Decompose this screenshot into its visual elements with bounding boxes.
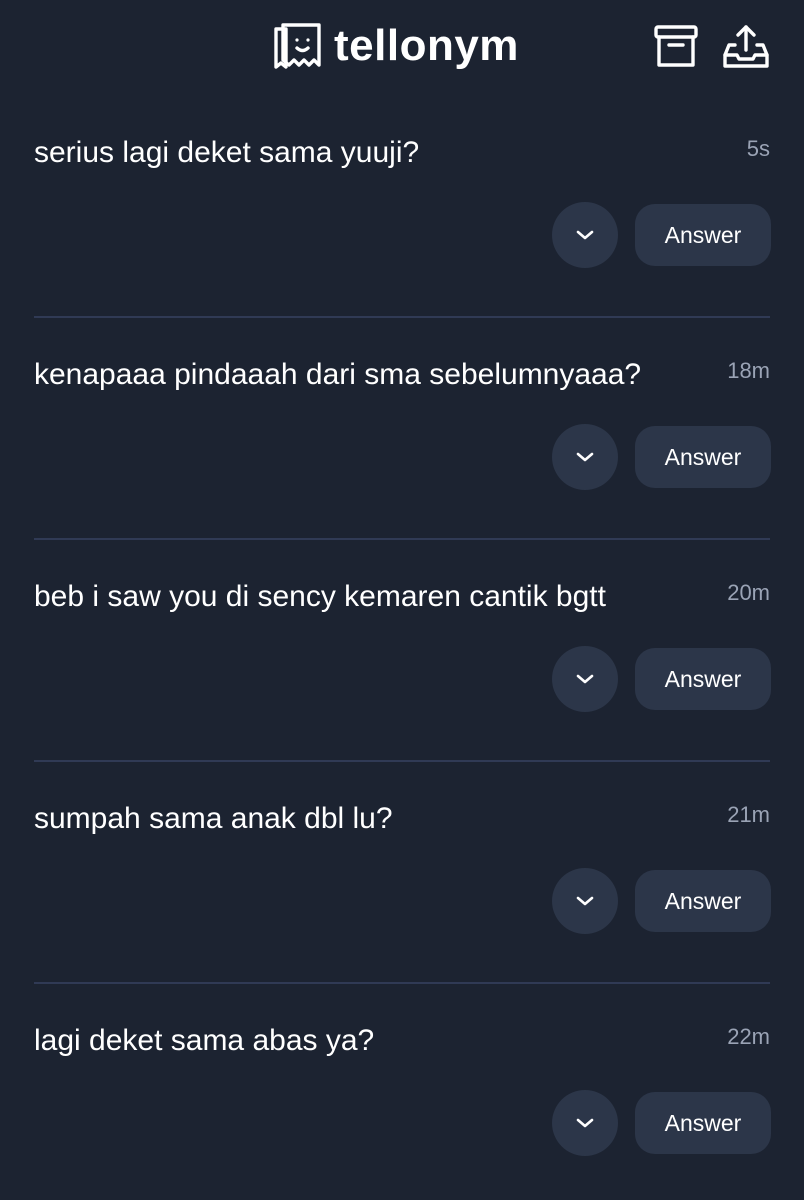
app-screen: tellonym serius lagi deket sama yuuji? 5… (0, 0, 804, 1200)
question-time: 18m (727, 358, 770, 383)
archive-button[interactable] (652, 20, 700, 72)
question-item: beb i saw you di sency kemaren cantik bg… (0, 540, 804, 762)
answer-button[interactable]: Answer (635, 204, 771, 266)
question-text: sumpah sama anak dbl lu? (34, 802, 393, 835)
question-item: kenapaaa pindaaah dari sma sebelumnyaaa?… (0, 318, 804, 540)
chevron-down-icon (576, 896, 594, 906)
top-header: tellonym (0, 0, 804, 96)
question-text: lagi deket sama abas ya? (34, 1024, 375, 1057)
brand: tellonym (270, 18, 519, 74)
question-item: sumpah sama anak dbl lu? 21m Answer (0, 762, 804, 984)
share-upload-icon (723, 25, 769, 68)
expand-options-button[interactable] (552, 424, 618, 490)
answer-button[interactable]: Answer (635, 426, 771, 488)
expand-options-button[interactable] (552, 646, 618, 712)
expand-options-button[interactable] (552, 1090, 618, 1156)
question-time: 20m (727, 580, 770, 605)
questions-feed: serius lagi deket sama yuuji? 5s Answer … (0, 96, 804, 1200)
archive-box-icon (654, 25, 698, 67)
expand-options-button[interactable] (552, 202, 618, 268)
share-button[interactable] (722, 20, 770, 72)
question-text: serius lagi deket sama yuuji? (34, 136, 420, 169)
question-text: kenapaaa pindaaah dari sma sebelumnyaaa? (34, 358, 642, 391)
question-item: serius lagi deket sama yuuji? 5s Answer (0, 96, 804, 318)
tellonym-logo-icon (274, 23, 321, 69)
brand-name: tellonym (334, 21, 519, 70)
chevron-down-icon (576, 452, 594, 462)
question-time: 5s (746, 136, 770, 161)
chevron-down-icon (576, 1118, 594, 1128)
chevron-down-icon (576, 230, 594, 240)
answer-button[interactable]: Answer (635, 648, 771, 710)
question-text: beb i saw you di sency kemaren cantik bg… (34, 580, 606, 613)
expand-options-button[interactable] (552, 868, 618, 934)
question-item: lagi deket sama abas ya? 22m Answer (0, 984, 804, 1200)
answer-button[interactable]: Answer (635, 870, 771, 932)
question-time: 21m (727, 802, 770, 827)
question-time: 22m (727, 1024, 770, 1049)
answer-button[interactable]: Answer (635, 1092, 771, 1154)
chevron-down-icon (576, 674, 594, 684)
